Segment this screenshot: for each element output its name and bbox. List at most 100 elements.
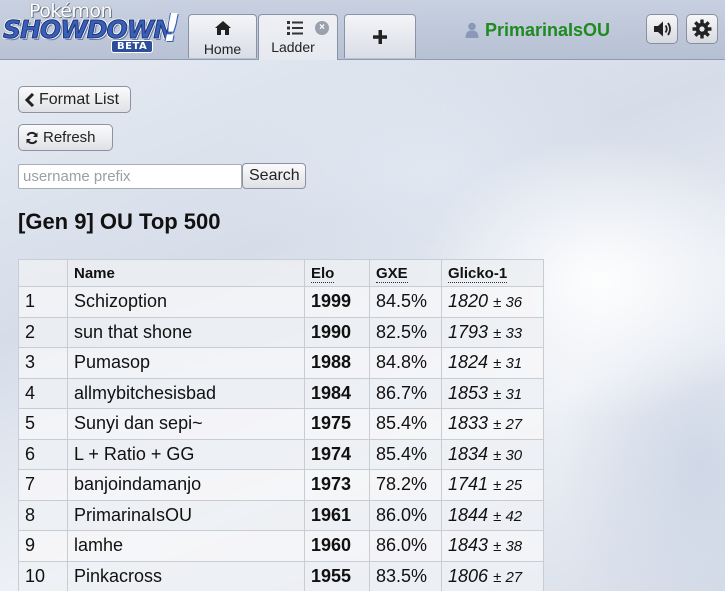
glicko-deviation: ± 31 [493, 355, 523, 373]
glicko-rating: 1834 [448, 443, 489, 464]
glicko-cell: 1824 ± 31 [441, 347, 544, 379]
elo-cell: 1974 [304, 438, 370, 470]
glicko-cell: 1844 ± 42 [441, 499, 544, 531]
rank-cell: 7 [18, 469, 68, 501]
rank-cell: 8 [18, 499, 68, 531]
refresh-icon [26, 131, 38, 144]
table-row: 10 Pinkacross 1955 83.5% 1806 ± 27 [18, 560, 544, 591]
player-name-link[interactable]: lamhe [67, 530, 305, 562]
rank-cell: 5 [18, 408, 68, 440]
elo-cell: 1975 [304, 408, 370, 440]
logo-bang: ! [163, 6, 181, 50]
column-header-elo: Elo [304, 259, 370, 287]
plus-icon [373, 30, 387, 44]
format-list-button[interactable]: Format List [18, 86, 131, 113]
glicko-rating: 1843 [448, 535, 489, 556]
rank-cell: 3 [18, 347, 68, 379]
elo-cell: 1984 [304, 377, 370, 409]
glicko-rating: 1824 [448, 352, 489, 373]
gxe-cell: 85.4% [369, 438, 442, 470]
gxe-cell: 86.0% [369, 530, 442, 562]
table-row: 4 allmybitchesisbad 1984 86.7% 1853 ± 31 [18, 377, 544, 409]
glicko-cell: 1793 ± 33 [441, 316, 544, 348]
column-header-rank [18, 259, 68, 287]
rank-cell: 1 [18, 286, 68, 318]
glicko-deviation: ± 25 [493, 477, 523, 495]
gxe-cell: 78.2% [369, 469, 442, 501]
table-row: 6L + Ratio + GG 1974 85.4% 1834 ± 30 [18, 438, 544, 470]
tab-ladder-label: Ladder [271, 39, 315, 55]
glicko-cell: 1806 ± 27 [441, 560, 544, 591]
gxe-cell: 84.8% [369, 347, 442, 379]
table-row: 9 lamhe 1960 86.0% 1843 ± 38 [18, 530, 544, 562]
glicko-rating: 1820 [448, 291, 489, 312]
gxe-cell: 83.5% [369, 560, 442, 591]
gxe-cell: 85.4% [369, 408, 442, 440]
glicko-deviation: ± 36 [493, 294, 523, 312]
glicko-deviation: ± 27 [493, 568, 523, 586]
user-menu[interactable]: PrimarinaIsOU [465, 17, 610, 43]
player-name-link[interactable]: Pinkacross [67, 560, 305, 591]
elo-cell: 1988 [304, 347, 370, 379]
elo-cell: 1961 [304, 499, 370, 531]
chevron-left-icon [25, 92, 35, 107]
close-tab-icon[interactable]: × [315, 21, 329, 35]
gxe-cell: 86.0% [369, 499, 442, 531]
rank-cell: 4 [18, 377, 68, 409]
player-name-link[interactable]: Schizoption [67, 286, 305, 318]
showdown-logo[interactable]: Pokémon SHOWDOWN ! BETA [2, 0, 185, 56]
glicko-deviation: ± 31 [493, 385, 523, 403]
ladder-title: [Gen 9] OU Top 500 [18, 209, 221, 234]
tab-home-label: Home [203, 41, 242, 57]
table-row: 2 sun that shone 1990 82.5% 1793 ± 33 [18, 316, 544, 348]
tab-new[interactable] [344, 14, 416, 58]
gear-icon [692, 19, 712, 39]
username: PrimarinaIsOU [485, 19, 611, 40]
table-row: 3 Pumasop 1988 84.8% 1824 ± 31 [18, 347, 544, 379]
beta-badge: BETA [111, 40, 154, 53]
player-name-link[interactable]: sun that shone [67, 316, 305, 348]
elo-cell: 1999 [304, 286, 370, 318]
table-header-row: Name Elo GXE Glicko-1 [18, 259, 544, 287]
player-name-link[interactable]: PrimarinaIsOU [67, 499, 305, 531]
settings-button[interactable] [686, 14, 718, 44]
refresh-label: Refresh [43, 129, 96, 146]
glicko-cell: 1853 ± 31 [441, 377, 544, 409]
ladder-table: Name Elo GXE Glicko-1 1 Schizoption 1999 84… [18, 259, 544, 591]
glicko-rating: 1844 [448, 504, 489, 525]
gxe-cell: 86.7% [369, 377, 442, 409]
tab-home[interactable]: Home [188, 14, 257, 58]
rank-cell: 9 [18, 530, 68, 562]
search-button[interactable]: Search [242, 163, 306, 189]
player-name-link[interactable]: Pumasop [67, 347, 305, 379]
top-header: Pokémon SHOWDOWN ! BETA Home Ladder × Pr… [0, 0, 725, 60]
glicko-rating: 1806 [448, 565, 489, 586]
glicko-deviation: ± 38 [493, 538, 523, 556]
player-name-link[interactable]: banjoindamanjo [67, 469, 305, 501]
column-header-gxe: GXE [369, 259, 442, 287]
sound-button[interactable] [646, 14, 678, 44]
rank-cell: 2 [18, 316, 68, 348]
elo-cell: 1990 [304, 316, 370, 348]
elo-cell: 1955 [304, 560, 370, 591]
glicko-cell: 1833 ± 27 [441, 408, 544, 440]
table-row: 5 Sunyi dan sepi~ 1975 85.4% 1833 ± 27 [18, 408, 544, 440]
refresh-button[interactable]: Refresh [18, 124, 113, 151]
glicko-rating: 1793 [448, 321, 489, 342]
glicko-cell: 1820 ± 36 [441, 286, 544, 318]
glicko-deviation: ± 42 [493, 507, 523, 525]
table-row: 8 PrimarinaIsOU 1961 86.0% 1844 ± 42 [18, 499, 544, 531]
player-name-link[interactable]: allmybitchesisbad [67, 377, 305, 409]
glicko-deviation: ± 33 [493, 324, 523, 342]
speaker-icon [654, 21, 671, 37]
table-row: 1 Schizoption 1999 84.5% 1820 ± 36 [18, 286, 544, 318]
home-icon [214, 21, 231, 35]
username-search-input[interactable] [18, 164, 242, 189]
glicko-rating: 1853 [448, 382, 489, 403]
player-name-link[interactable]: L + Ratio + GG [67, 438, 305, 470]
tab-ladder[interactable]: Ladder × [258, 14, 338, 60]
player-name-link[interactable]: Sunyi dan sepi~ [67, 408, 305, 440]
rank-cell: 10 [18, 560, 68, 591]
rank-cell: 6 [18, 438, 68, 470]
glicko-deviation: ± 30 [493, 446, 523, 464]
